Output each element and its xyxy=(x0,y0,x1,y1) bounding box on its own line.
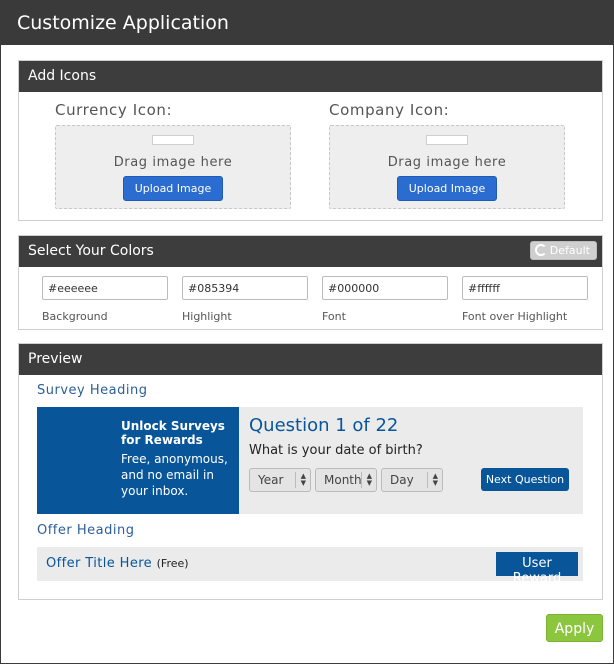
preview-panel: Preview Survey Heading Unlock Surveys fo… xyxy=(18,343,603,600)
color-field-background: #eeeeee Background xyxy=(42,276,168,323)
company-drag-text: Drag image here xyxy=(387,155,507,170)
dialog-title: Customize Application xyxy=(1,1,613,45)
preview-heading: Preview xyxy=(19,344,602,375)
unlock-text: Free, anonymous, and no email in your in… xyxy=(121,452,228,498)
font-color-input[interactable]: #000000 xyxy=(322,276,448,300)
year-select-value: Year xyxy=(258,473,284,487)
highlight-color-input[interactable]: #085394 xyxy=(182,276,308,300)
currency-icon-section: Currency Icon: Drag image here Upload Im… xyxy=(55,101,291,209)
color-field-font: #000000 Font xyxy=(322,276,448,323)
offer-preview: Offer Title Here (Free) User Reward xyxy=(37,547,583,586)
default-colors-button[interactable]: Default xyxy=(529,241,597,260)
survey-heading: Survey Heading xyxy=(37,383,148,398)
colors-heading: Select Your Colors Default xyxy=(19,236,602,267)
select-arrows-icon: ▲ ▼ xyxy=(366,472,372,487)
select-arrows-icon: ▲ ▼ xyxy=(300,472,306,487)
year-select[interactable]: Year ▲ ▼ xyxy=(249,468,311,492)
question-text: What is your date of birth? xyxy=(249,443,423,458)
month-select[interactable]: Month ▲ ▼ xyxy=(315,468,377,492)
offer-title: Offer Title Here (Free) xyxy=(46,556,189,571)
company-icon-dropzone[interactable]: Drag image here Upload Image xyxy=(329,125,565,209)
company-upload-button[interactable]: Upload Image xyxy=(396,176,498,201)
currency-icon-dropzone[interactable]: Drag image here Upload Image xyxy=(55,125,291,209)
day-select-value: Day xyxy=(390,473,414,487)
company-icon-section: Company Icon: Drag image here Upload Ima… xyxy=(329,101,565,209)
select-arrows-icon: ▲ ▼ xyxy=(432,472,438,487)
background-color-label: Background xyxy=(42,310,108,323)
question-title: Question 1 of 22 xyxy=(249,415,399,436)
color-field-highlight: #085394 Highlight xyxy=(182,276,308,323)
offer-free-label: (Free) xyxy=(156,557,189,570)
color-field-font-over-highlight: #ffffff Font over Highlight xyxy=(462,276,588,323)
highlight-color-label: Highlight xyxy=(182,310,232,323)
font-over-highlight-color-input[interactable]: #ffffff xyxy=(462,276,588,300)
colors-heading-text: Select Your Colors xyxy=(28,243,154,259)
offer-title-text: Offer Title Here xyxy=(46,556,153,571)
currency-icon-preview xyxy=(152,135,194,145)
currency-drag-text: Drag image here xyxy=(113,155,233,170)
survey-preview: Unlock Surveys for Rewards Free, anonymo… xyxy=(37,407,583,514)
add-icons-heading: Add Icons xyxy=(19,61,602,92)
font-over-highlight-color-label: Font over Highlight xyxy=(462,310,568,323)
default-label: Default xyxy=(549,244,590,257)
unlock-title: Unlock Surveys for Rewards xyxy=(121,419,225,447)
currency-icon-label: Currency Icon: xyxy=(55,101,173,119)
day-select[interactable]: Day ▲ ▼ xyxy=(381,468,443,492)
font-color-label: Font xyxy=(322,310,346,323)
customize-dialog: Customize Application Add Icons Currency… xyxy=(0,0,614,664)
background-color-input[interactable]: #eeeeee xyxy=(42,276,168,300)
currency-upload-button[interactable]: Upload Image xyxy=(122,176,224,201)
colors-panel: Select Your Colors Default #eeeeee Backg… xyxy=(18,235,603,330)
add-icons-panel: Add Icons Currency Icon: Drag image here… xyxy=(18,60,603,221)
user-reward-button[interactable]: User Reward xyxy=(496,552,578,586)
next-question-button[interactable]: Next Question xyxy=(481,468,569,491)
apply-button[interactable]: Apply xyxy=(546,614,603,642)
company-icon-label: Company Icon: xyxy=(329,101,450,119)
month-select-value: Month xyxy=(324,473,362,487)
offer-heading: Offer Heading xyxy=(37,523,135,538)
refresh-icon xyxy=(534,244,547,256)
company-icon-preview xyxy=(426,135,468,145)
survey-promo: Unlock Surveys for Rewards Free, anonymo… xyxy=(37,407,239,514)
